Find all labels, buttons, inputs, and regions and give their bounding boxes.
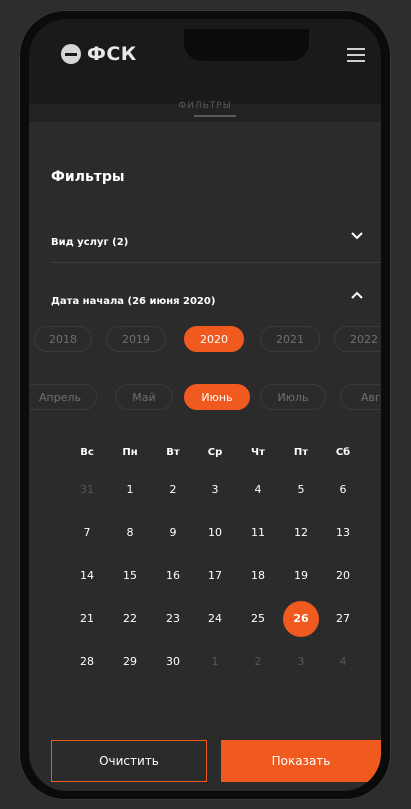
calendar-day[interactable]: 7 xyxy=(69,515,105,551)
fsk-logo-icon xyxy=(61,44,81,64)
chevron-down-icon xyxy=(351,232,363,240)
calendar-day[interactable]: 19 xyxy=(283,558,319,594)
calendar-day[interactable]: 14 xyxy=(69,558,105,594)
filters-panel: Фильтры Вид услуг (2) Дата начала (26 ию… xyxy=(29,122,381,791)
hamburger-icon[interactable] xyxy=(347,48,365,62)
weekday-label: Чт xyxy=(251,447,265,458)
month-pill[interactable]: Май xyxy=(115,384,173,410)
year-pill-selected[interactable]: 2020 xyxy=(184,326,244,352)
calendar-day[interactable]: 18 xyxy=(240,558,276,594)
service-type-label: Вид услуг (2) xyxy=(51,237,129,248)
faded-tab-label: ФИЛЬТРЫ xyxy=(178,101,232,111)
month-selector: Апрель Май Июнь Июль Авгус xyxy=(29,384,381,412)
calendar-day: 3 xyxy=(297,655,305,668)
calendar-day[interactable]: 3 xyxy=(197,472,233,508)
calendar-day: 4 xyxy=(339,655,347,668)
calendar-day[interactable]: 16 xyxy=(155,558,191,594)
calendar-day[interactable]: 23 xyxy=(155,601,191,637)
faded-tab-underline xyxy=(194,115,236,117)
show-button[interactable]: Показать xyxy=(221,740,381,782)
weekday-label: Ср xyxy=(207,447,223,458)
calendar-day[interactable]: 9 xyxy=(155,515,191,551)
calendar-day[interactable]: 28 xyxy=(69,644,105,680)
year-pill[interactable]: 2018 xyxy=(34,326,92,352)
calendar-day[interactable]: 2 xyxy=(155,472,191,508)
start-date-accordion[interactable]: Дата начала (26 июня 2020) xyxy=(51,289,363,309)
calendar-day[interactable]: 30 xyxy=(155,644,191,680)
calendar-day[interactable]: 15 xyxy=(112,558,148,594)
weekday-label: Пн xyxy=(122,447,138,458)
weekday-label: Сб xyxy=(335,447,351,458)
calendar-day[interactable]: 8 xyxy=(112,515,148,551)
calendar-day[interactable]: 17 xyxy=(197,558,233,594)
logo-text: ФСК xyxy=(87,43,137,65)
weekday-label: Вт xyxy=(166,447,180,458)
year-pill[interactable]: 2021 xyxy=(260,326,320,352)
calendar-day[interactable]: 10 xyxy=(197,515,233,551)
calendar-day[interactable]: 6 xyxy=(325,472,361,508)
calendar-day[interactable]: 4 xyxy=(240,472,276,508)
month-pill-selected[interactable]: Июнь xyxy=(184,384,250,410)
calendar-day[interactable]: 5 xyxy=(283,472,319,508)
chevron-up-icon xyxy=(351,291,363,299)
month-pill[interactable]: Апрель xyxy=(29,384,97,410)
calendar-day[interactable]: 1 xyxy=(112,472,148,508)
calendar-day[interactable]: 29 xyxy=(112,644,148,680)
calendar-day[interactable]: 21 xyxy=(69,601,105,637)
weekday-label: Вс xyxy=(80,447,94,458)
month-pill[interactable]: Июль xyxy=(260,384,326,410)
divider xyxy=(51,262,381,263)
logo[interactable]: ФСК xyxy=(61,43,137,65)
calendar-day[interactable]: 27 xyxy=(325,601,361,637)
phone-notch xyxy=(184,29,309,61)
calendar-day[interactable]: 12 xyxy=(283,515,319,551)
start-date-label: Дата начала (26 июня 2020) xyxy=(51,296,216,307)
calendar-day: 31 xyxy=(80,483,94,496)
year-selector: 2018 2019 2020 2021 2022 xyxy=(29,326,381,354)
calendar-day: 1 xyxy=(211,655,219,668)
calendar-day[interactable]: 22 xyxy=(112,601,148,637)
service-type-accordion[interactable]: Вид услуг (2) xyxy=(51,230,363,250)
year-pill[interactable]: 2022 xyxy=(334,326,381,352)
clear-button[interactable]: Очистить xyxy=(51,740,207,782)
year-pill[interactable]: 2019 xyxy=(106,326,166,352)
calendar-day[interactable]: 25 xyxy=(240,601,276,637)
calendar-day[interactable]: 13 xyxy=(325,515,361,551)
month-pill[interactable]: Авгус xyxy=(340,384,381,410)
calendar-day-selected[interactable]: 26 xyxy=(283,601,319,637)
calendar-day[interactable]: 20 xyxy=(325,558,361,594)
filters-title: Фильтры xyxy=(51,169,125,185)
weekday-label: Пт xyxy=(293,447,309,458)
calendar-day: 2 xyxy=(254,655,262,668)
app-screen: ФСК ФИЛЬТРЫ Фильтры Вид услуг (2) Дата н… xyxy=(29,19,381,791)
calendar-day[interactable]: 11 xyxy=(240,515,276,551)
calendar-day[interactable]: 24 xyxy=(197,601,233,637)
